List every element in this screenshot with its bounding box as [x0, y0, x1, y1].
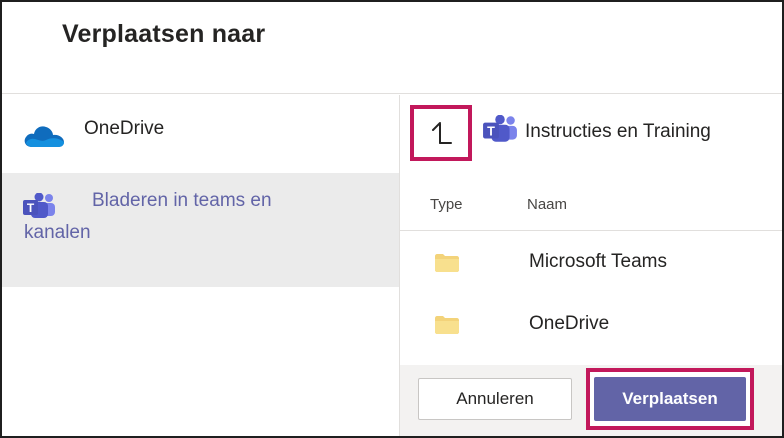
teams-icon: T	[22, 192, 56, 224]
sidebar-item-label-continued: kanalen	[24, 222, 91, 243]
svg-text:T: T	[487, 124, 495, 138]
move-button[interactable]: Verplaatsen	[594, 377, 746, 421]
sidebar-item-label: Bladeren in teams en	[92, 190, 272, 211]
move-dialog: Verplaatsen naar OneDrive T Bladeren in …	[0, 0, 784, 438]
up-button[interactable]	[410, 105, 472, 161]
dialog-header: Verplaatsen naar	[2, 2, 782, 94]
column-header-row: Type Naam	[400, 183, 782, 229]
dialog-title: Verplaatsen naar	[62, 20, 266, 48]
file-name: OneDrive	[529, 313, 610, 334]
header-divider	[400, 230, 782, 231]
navigation-row: T Instructies en Training	[400, 95, 782, 173]
folder-icon	[434, 315, 460, 340]
folder-icon	[434, 253, 460, 278]
file-name: Microsoft Teams	[529, 251, 667, 272]
arrow-up-icon	[432, 122, 452, 144]
sidebar: OneDrive T Bladeren in teams en kanalen	[2, 95, 399, 436]
column-header-type[interactable]: Type	[430, 196, 463, 213]
cancel-button[interactable]: Annuleren	[418, 378, 572, 420]
column-header-name[interactable]: Naam	[527, 196, 567, 213]
teams-icon: T	[482, 114, 518, 148]
dialog-footer: Annuleren Verplaatsen	[400, 365, 782, 436]
sidebar-item-onedrive[interactable]: OneDrive	[2, 95, 399, 173]
content-pane: T Instructies en Training Type Naam Micr…	[400, 95, 782, 436]
svg-text:T: T	[27, 201, 35, 215]
list-item[interactable]: Microsoft Teams	[400, 232, 782, 294]
onedrive-icon	[22, 123, 66, 154]
list-item[interactable]: OneDrive	[400, 294, 782, 356]
sidebar-item-browse-teams[interactable]: T Bladeren in teams en kanalen	[2, 173, 399, 287]
breadcrumb-current: Instructies en Training	[525, 121, 711, 142]
move-button-highlight: Verplaatsen	[586, 368, 754, 430]
sidebar-item-label: OneDrive	[84, 118, 165, 139]
